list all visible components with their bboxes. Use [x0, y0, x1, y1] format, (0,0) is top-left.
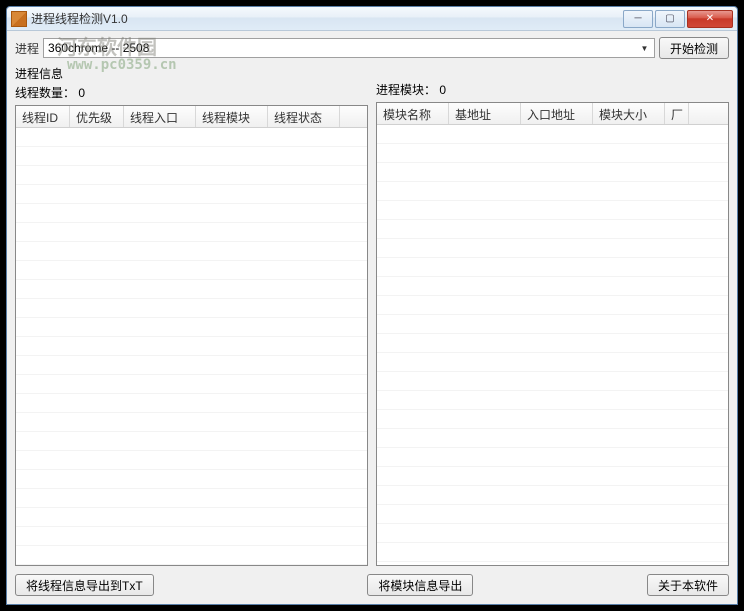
table-row[interactable] — [377, 467, 728, 486]
table-row[interactable] — [16, 128, 367, 147]
table-row[interactable] — [16, 356, 367, 375]
export-thread-button[interactable]: 将线程信息导出到TxT — [15, 574, 154, 596]
table-row[interactable] — [16, 166, 367, 185]
table-row[interactable] — [377, 163, 728, 182]
table-row[interactable] — [16, 489, 367, 508]
table-row[interactable] — [16, 451, 367, 470]
close-button[interactable]: ✕ — [687, 10, 733, 28]
table-row[interactable] — [377, 277, 728, 296]
table-row[interactable] — [377, 239, 728, 258]
table-row[interactable] — [16, 432, 367, 451]
table-row[interactable] — [16, 261, 367, 280]
thread-panel-title: 进程信息 — [15, 65, 368, 82]
table-row[interactable] — [377, 410, 728, 429]
table-row[interactable] — [377, 125, 728, 144]
process-selected-value: 360chrome -- 2508 — [48, 41, 149, 55]
thread-listview[interactable]: 线程ID 优先级 线程入口 线程模块 线程状态 — [15, 105, 368, 566]
col-module-name[interactable]: 模块名称 — [377, 103, 449, 124]
about-button[interactable]: 关于本软件 — [647, 574, 729, 596]
table-row[interactable] — [377, 182, 728, 201]
table-row[interactable] — [377, 201, 728, 220]
table-row[interactable] — [16, 242, 367, 261]
table-row[interactable] — [16, 223, 367, 242]
content-area: 河东软件园 www.pc0359.cn 进程 360chrome -- 2508… — [7, 31, 737, 604]
col-status[interactable]: 线程状态 — [268, 106, 340, 127]
table-row[interactable] — [16, 147, 367, 166]
table-row[interactable] — [16, 394, 367, 413]
table-row[interactable] — [16, 546, 367, 565]
table-row[interactable] — [16, 280, 367, 299]
table-row[interactable] — [377, 353, 728, 372]
window-title: 进程线程检测V1.0 — [31, 10, 623, 27]
table-row[interactable] — [377, 334, 728, 353]
chevron-down-icon: ▼ — [637, 41, 652, 55]
table-row[interactable] — [377, 296, 728, 315]
col-vendor[interactable]: 厂 — [665, 103, 689, 124]
col-priority[interactable]: 优先级 — [70, 106, 124, 127]
table-row[interactable] — [377, 429, 728, 448]
module-count-value: 0 — [439, 83, 446, 97]
table-row[interactable] — [377, 315, 728, 334]
thread-list-body — [16, 128, 367, 565]
process-combobox[interactable]: 360chrome -- 2508 ▼ — [43, 38, 655, 58]
col-entry[interactable]: 线程入口 — [124, 106, 196, 127]
process-selector-row: 进程 360chrome -- 2508 ▼ 开始检测 — [15, 37, 729, 59]
table-row[interactable] — [377, 486, 728, 505]
col-entry-addr[interactable]: 入口地址 — [521, 103, 593, 124]
start-detection-button[interactable]: 开始检测 — [659, 37, 729, 59]
maximize-button[interactable]: ▢ — [655, 10, 685, 28]
module-list-body — [377, 125, 728, 562]
table-row[interactable] — [16, 337, 367, 356]
table-row[interactable] — [16, 375, 367, 394]
export-module-button[interactable]: 将模块信息导出 — [367, 574, 473, 596]
module-count-row: 进程模块： 0 — [376, 81, 729, 98]
module-listview[interactable]: 模块名称 基地址 入口地址 模块大小 厂 — [376, 102, 729, 566]
table-row[interactable] — [377, 372, 728, 391]
minimize-button[interactable]: ─ — [623, 10, 653, 28]
table-row[interactable] — [377, 220, 728, 239]
col-thread-id[interactable]: 线程ID — [16, 106, 70, 127]
thread-list-header: 线程ID 优先级 线程入口 线程模块 线程状态 — [16, 106, 367, 128]
module-list-header: 模块名称 基地址 入口地址 模块大小 厂 — [377, 103, 728, 125]
thread-count-row: 线程数量： 0 — [15, 84, 368, 101]
table-row[interactable] — [16, 299, 367, 318]
table-row[interactable] — [377, 543, 728, 562]
bottom-toolbar: 将线程信息导出到TxT 将模块信息导出 关于本软件 — [15, 574, 729, 596]
window-controls: ─ ▢ ✕ — [623, 10, 733, 28]
panels-container: 进程信息 线程数量： 0 线程ID 优先级 线程入口 线程模块 线程状态 — [15, 65, 729, 566]
table-row[interactable] — [16, 318, 367, 337]
titlebar[interactable]: 进程线程检测V1.0 ─ ▢ ✕ — [7, 7, 737, 31]
col-module-size[interactable]: 模块大小 — [593, 103, 665, 124]
table-row[interactable] — [377, 144, 728, 163]
app-icon — [11, 11, 27, 27]
table-row[interactable] — [377, 448, 728, 467]
col-base-addr[interactable]: 基地址 — [449, 103, 521, 124]
col-module[interactable]: 线程模块 — [196, 106, 268, 127]
thread-info-panel: 进程信息 线程数量： 0 线程ID 优先级 线程入口 线程模块 线程状态 — [15, 65, 368, 566]
table-row[interactable] — [377, 391, 728, 410]
process-label: 进程 — [15, 40, 39, 57]
table-row[interactable] — [16, 204, 367, 223]
module-panel: . 进程模块： 0 模块名称 基地址 入口地址 模块大小 厂 — [376, 65, 729, 566]
table-row[interactable] — [377, 524, 728, 543]
table-row[interactable] — [377, 505, 728, 524]
table-row[interactable] — [16, 413, 367, 432]
table-row[interactable] — [16, 508, 367, 527]
table-row[interactable] — [16, 185, 367, 204]
main-window: 进程线程检测V1.0 ─ ▢ ✕ 河东软件园 www.pc0359.cn 进程 … — [6, 6, 738, 605]
table-row[interactable] — [16, 527, 367, 546]
thread-count-label: 线程数量： — [15, 86, 75, 100]
thread-count-value: 0 — [78, 86, 85, 100]
module-count-label: 进程模块： — [376, 83, 436, 97]
table-row[interactable] — [16, 470, 367, 489]
table-row[interactable] — [377, 258, 728, 277]
